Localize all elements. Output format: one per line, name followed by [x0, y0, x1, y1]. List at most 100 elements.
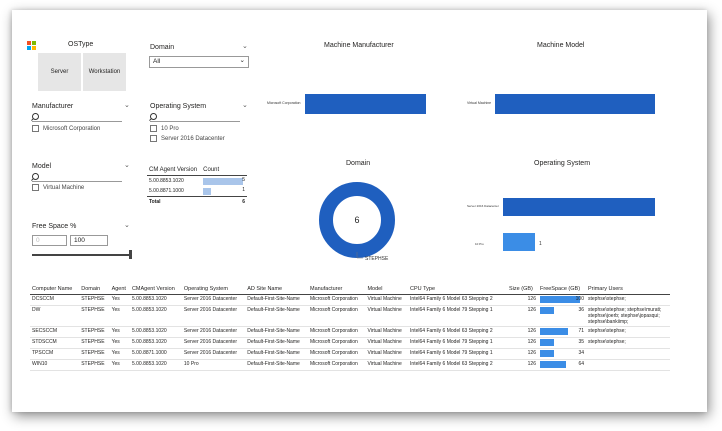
table-cell-man: Microsoft Corporation: [307, 294, 366, 306]
table-cell-model: Virtual Machine: [365, 326, 409, 338]
ostype-title: OSType: [68, 41, 94, 48]
chevron-down-icon: ⌄: [239, 57, 245, 64]
domain-donut-center-label: 6: [354, 215, 359, 225]
table-cell-man: Microsoft Corporation: [307, 348, 366, 360]
manufacturer-search-input[interactable]: [32, 113, 122, 122]
os-option-10pro[interactable]: 10 Pro: [150, 125, 179, 132]
freespace-bar: [540, 350, 554, 357]
agent-version-table: CM Agent Version Count 5.00.8853.1020 5 …: [147, 165, 247, 207]
table-cell-free: 35: [538, 337, 586, 349]
table-row[interactable]: SECSCCM STEPHSE Yes 5.00.8853.1020 Server 20…: [30, 326, 670, 338]
freespace-slider-track[interactable]: [32, 254, 132, 256]
col-ad-site-name[interactable]: AD Site Name: [245, 284, 308, 295]
table-cell-agent: Yes: [109, 294, 130, 306]
table-cell-name: TPSCCM: [30, 348, 80, 360]
freespace-slider-handle[interactable]: [129, 250, 132, 259]
col-agent[interactable]: Agent: [109, 284, 130, 295]
table-cell-free: 36: [538, 305, 586, 327]
col-model[interactable]: Model: [365, 284, 409, 295]
col-cmagent-version[interactable]: CMAgent Version: [129, 284, 182, 295]
table-cell-os: Server 2016 Datacenter: [181, 294, 246, 306]
table-cell-agent: Yes: [109, 348, 130, 360]
table-cell-cpu: Intel64 Family 6 Model 63 Stepping 2: [408, 326, 508, 338]
table-cell-name: STDSCCM: [30, 337, 80, 349]
table-cell-site: Default-First-Site-Name: [245, 359, 308, 371]
report-canvas: OSType Server Workstation Domain ⌄ All ⌄…: [12, 10, 707, 412]
table-cell-size: 126: [507, 348, 538, 360]
chevron-down-icon[interactable]: ⌄: [242, 101, 248, 109]
table-row[interactable]: DW STEPHSE Yes 5.00.8853.1020 Server 2016 Da…: [30, 305, 670, 327]
chevron-down-icon[interactable]: ⌄: [242, 42, 248, 50]
domain-donut-chart: 6 STEPHSE: [319, 182, 395, 262]
freespace-min-input[interactable]: 0: [32, 235, 67, 246]
domain-chart-title: Domain: [346, 160, 371, 167]
chevron-down-icon[interactable]: ⌄: [124, 161, 130, 169]
table-cell-size: 126: [507, 359, 538, 371]
table-cell-man: Microsoft Corporation: [307, 359, 366, 371]
chevron-down-icon[interactable]: ⌄: [124, 221, 130, 229]
model-chart-bar[interactable]: [495, 94, 655, 114]
table-row[interactable]: 5.00.8853.1020 5: [147, 176, 247, 187]
table-cell-free: 100: [538, 294, 586, 306]
col-operating-system[interactable]: Operating System: [181, 284, 246, 295]
os-chart-bar-server[interactable]: [503, 198, 655, 216]
table-cell-site: Default-First-Site-Name: [245, 294, 308, 306]
freespace-bar: [540, 307, 554, 314]
table-cell-agent: Yes: [109, 305, 130, 327]
col-manufacturer[interactable]: Manufacturer: [307, 284, 366, 295]
domain-slicer-title: Domain: [150, 44, 175, 51]
table-cell-name: WIN10: [30, 359, 80, 371]
freespace-max-input[interactable]: 100: [70, 235, 108, 246]
table-cell-ver: 5.00.8853.1020: [129, 359, 182, 371]
table-cell-site: Default-First-Site-Name: [245, 305, 308, 327]
table-row[interactable]: TPSCCM STEPHSE Yes 5.00.8871.1000 Server 201…: [30, 348, 670, 360]
manufacturer-chart-title: Machine Manufacturer: [324, 42, 394, 49]
col-freespace[interactable]: FreeSpace (GB): [538, 284, 586, 295]
table-row[interactable]: WIN10 STEPHSE Yes 5.00.8853.1020 10 Pro Defau…: [30, 359, 670, 371]
table-cell-model: Virtual Machine: [365, 337, 409, 349]
search-icon: [32, 173, 39, 180]
col-primary-users[interactable]: Primary Users: [586, 284, 670, 295]
domain-dropdown[interactable]: All ⌄: [149, 56, 249, 68]
search-icon: [150, 113, 157, 120]
ostype-server-button[interactable]: Server: [38, 53, 81, 91]
ostype-workstation-button[interactable]: Workstation: [83, 53, 126, 91]
table-cell-model: Virtual Machine: [365, 359, 409, 371]
manufacturer-chart-bar[interactable]: [305, 94, 426, 114]
col-cpu-type[interactable]: CPU Type: [408, 284, 508, 295]
table-cell-users: stephse\stephse;: [586, 294, 670, 306]
os-search-input[interactable]: [150, 113, 240, 122]
manufacturer-option[interactable]: Microsoft Corporation: [32, 125, 100, 132]
table-cell-users: stephse\stephse; stephse\murati; stephse…: [586, 305, 670, 327]
table-cell-size: 126: [507, 326, 538, 338]
table-cell-free: 34: [538, 348, 586, 360]
computer-details-table: Computer Name Domain Agent CMAgent Versi…: [30, 284, 670, 371]
table-cell-free: 64: [538, 359, 586, 371]
col-computer-name[interactable]: Computer Name: [30, 284, 80, 295]
chevron-down-icon[interactable]: ⌄: [124, 101, 130, 109]
table-cell-size: 126: [507, 337, 538, 349]
col-domain[interactable]: Domain: [79, 284, 110, 295]
agent-count-header[interactable]: Count: [201, 165, 247, 176]
table-cell-cpu: Intel64 Family 6 Model 79 Stepping 1: [408, 337, 508, 349]
table-cell-agent: Yes: [109, 326, 130, 338]
table-row[interactable]: STDSCCM STEPHSE Yes 5.00.8853.1020 Server 20…: [30, 337, 670, 349]
table-cell-domain: STEPHSE: [79, 337, 110, 349]
col-size[interactable]: Size (GB): [507, 284, 538, 295]
model-option[interactable]: Virtual Machine: [32, 184, 84, 191]
agent-version-header[interactable]: CM Agent Version: [147, 165, 202, 176]
table-row[interactable]: 5.00.8871.1000 1: [147, 186, 247, 197]
os-chart: Server 2016 Datacenter 10 Pro 1: [467, 198, 655, 251]
model-search-input[interactable]: [32, 173, 122, 182]
os-chart-label-10pro: 10 Pro: [475, 242, 484, 246]
table-cell-cpu: Intel64 Family 6 Model 63 Stepping 2: [408, 359, 508, 371]
os-option-server2016[interactable]: Server 2016 Datacenter: [150, 135, 225, 142]
os-chart-bar-10pro[interactable]: [503, 233, 535, 251]
table-cell-ver: 5.00.8853.1020: [129, 337, 182, 349]
table-cell-ver: 5.00.8853.1020: [129, 294, 182, 306]
table-row[interactable]: DCSCCM STEPHSE Yes 5.00.8853.1020 Server 201…: [30, 294, 670, 306]
table-cell-name: DW: [30, 305, 80, 327]
freespace-bar: [540, 339, 554, 346]
table-cell-man: Microsoft Corporation: [307, 305, 366, 327]
table-cell-name: SECSCCM: [30, 326, 80, 338]
